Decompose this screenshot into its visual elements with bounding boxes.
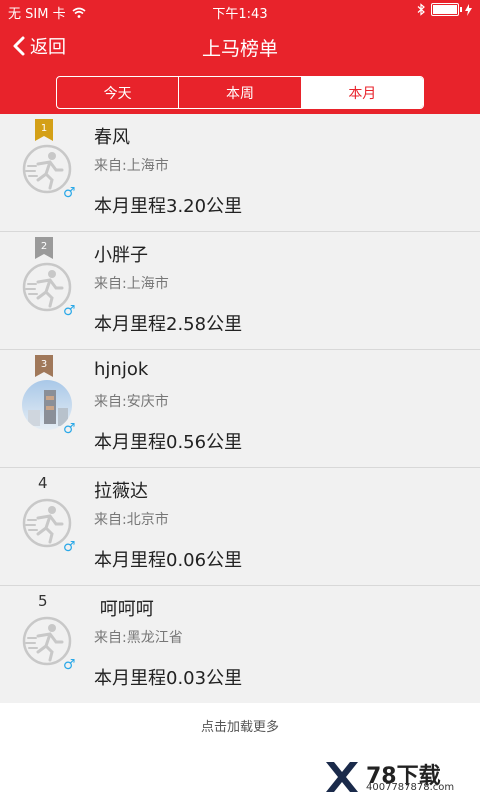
- ranking-list: 1 ♂ 春风 来自:上海市 本月里程3.20公里 2 ♂ 小胖子 来自:上海市 …: [0, 114, 480, 703]
- male-icon: ♂: [63, 657, 76, 673]
- list-item[interactable]: 1 ♂ 春风 来自:上海市 本月里程3.20公里: [0, 114, 480, 232]
- tab-this-month[interactable]: 本月: [301, 77, 423, 108]
- list-item[interactable]: 5 ♂ 呵呵呵 来自:黑龙江省 本月里程0.03公里: [0, 586, 480, 703]
- male-icon: ♂: [63, 539, 76, 555]
- user-name: 拉薇达: [94, 481, 148, 502]
- tab-this-week[interactable]: 本周: [179, 77, 302, 108]
- rank-number: 1: [41, 123, 47, 134]
- charging-icon: [465, 3, 472, 16]
- rank-number: 4: [38, 474, 48, 492]
- bluetooth-icon: [417, 3, 425, 16]
- user-location: 来自:上海市: [94, 158, 169, 174]
- monthly-mileage: 本月里程2.58公里: [94, 314, 243, 335]
- watermark-url: 4007787878.com: [366, 782, 455, 793]
- status-time: 下午1:43: [212, 7, 268, 22]
- load-more-button[interactable]: 点击加载更多: [0, 700, 480, 750]
- rank-badge-silver: 2: [35, 237, 53, 259]
- list-item[interactable]: 4 ♂ 拉薇达 来自:北京市 本月里程0.06公里: [0, 468, 480, 586]
- rank-number: 5: [38, 592, 48, 610]
- status-bar: 无 SIM 卡 下午1:43: [0, 0, 480, 22]
- monthly-mileage: 本月里程0.06公里: [94, 550, 243, 571]
- user-location: 来自:黑龙江省: [94, 630, 183, 646]
- user-location: 来自:上海市: [94, 276, 169, 292]
- status-right: [417, 3, 472, 16]
- list-item[interactable]: 2 ♂ 小胖子 来自:上海市 本月里程2.58公里: [0, 232, 480, 350]
- nav-bar: 返回 上马榜单: [0, 22, 480, 70]
- user-location: 来自:安庆市: [94, 394, 169, 410]
- x-logo-icon: [326, 762, 358, 792]
- user-name: 呵呵呵: [94, 599, 154, 620]
- page-title: 上马榜单: [201, 38, 278, 60]
- user-name: 春风: [94, 127, 130, 148]
- tab-area: 今天 本周 本月: [0, 70, 480, 114]
- rank-badge-gold: 1: [35, 119, 53, 141]
- battery-icon: [431, 3, 462, 16]
- tab-today[interactable]: 今天: [57, 77, 180, 108]
- segmented-tabs: 今天 本周 本月: [56, 76, 424, 109]
- monthly-mileage: 本月里程0.56公里: [94, 432, 243, 453]
- rank-number: 2: [41, 241, 47, 252]
- male-icon: ♂: [63, 421, 76, 437]
- rank-badge-bronze: 3: [35, 355, 53, 377]
- user-name: 小胖子: [94, 245, 148, 266]
- male-icon: ♂: [63, 303, 76, 319]
- list-item[interactable]: 3 ♂ hjnjok 来自:安庆市 本月里程0.56公里: [0, 350, 480, 468]
- male-icon: ♂: [63, 185, 76, 201]
- watermark: 78下载 4007787878.com: [322, 758, 472, 796]
- user-name: hjnjok: [94, 359, 149, 380]
- user-location: 来自:北京市: [94, 512, 169, 528]
- monthly-mileage: 本月里程0.03公里: [94, 668, 243, 689]
- monthly-mileage: 本月里程3.20公里: [94, 196, 243, 217]
- rank-number: 3: [41, 359, 47, 370]
